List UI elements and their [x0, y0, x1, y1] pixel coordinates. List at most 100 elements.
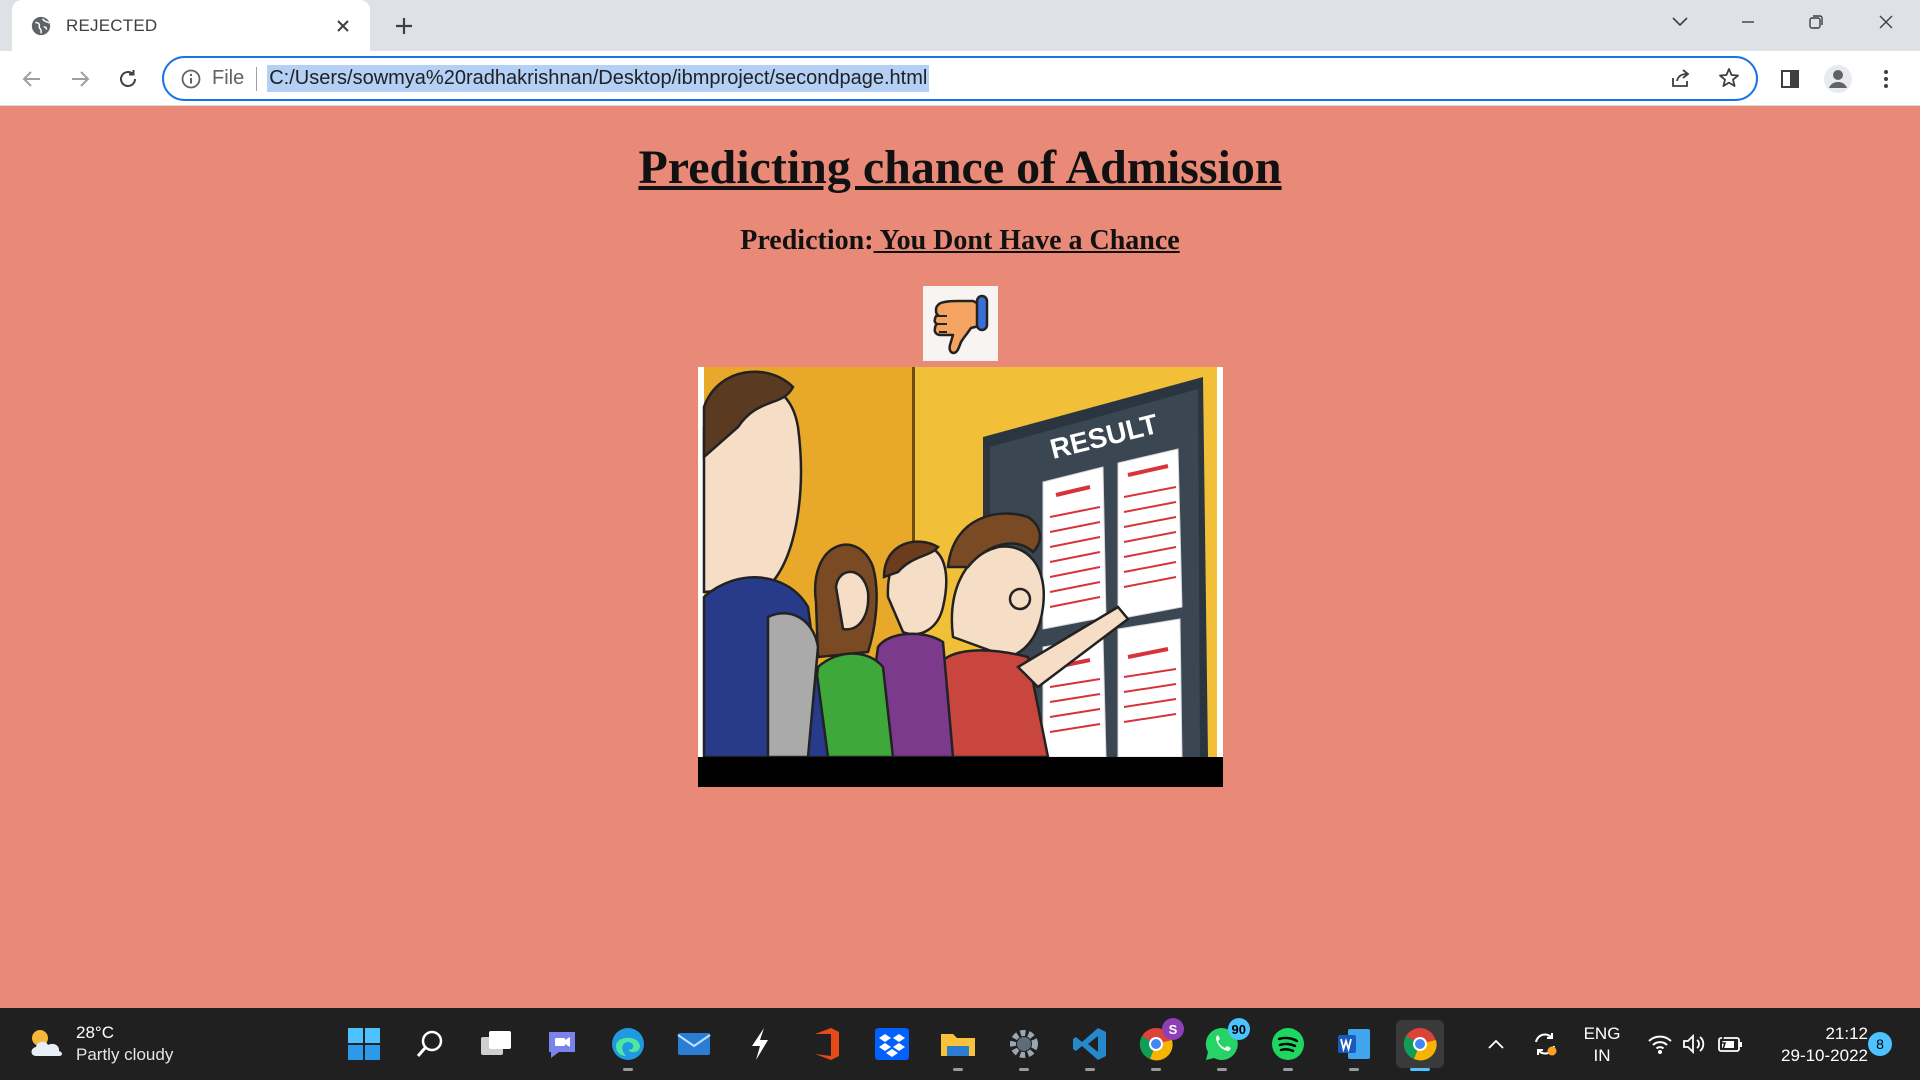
- restore-icon: [1809, 15, 1823, 29]
- edge-button[interactable]: [604, 1020, 652, 1071]
- clock-date: 29-10-2022: [1781, 1046, 1868, 1065]
- speaker-icon: [1683, 1033, 1705, 1055]
- partly-cloudy-icon: [31, 1030, 62, 1056]
- minimize-button[interactable]: [1718, 0, 1778, 44]
- show-hidden-icons-button[interactable]: [1482, 1020, 1510, 1068]
- plus-icon: [396, 18, 412, 34]
- language-indicator[interactable]: ENG IN: [1578, 1023, 1626, 1067]
- side-panel-button[interactable]: [1772, 61, 1808, 97]
- info-icon[interactable]: [180, 68, 202, 90]
- edge-icon: [612, 1028, 644, 1060]
- whatsapp-button[interactable]: 90: [1198, 1018, 1250, 1071]
- globe-icon: [31, 16, 51, 35]
- folder-icon: [941, 1034, 975, 1056]
- wifi-icon: [1648, 1035, 1672, 1054]
- share-button[interactable]: [1664, 61, 1698, 95]
- side-panel-icon: [1781, 70, 1799, 88]
- avatar-icon: [1824, 65, 1852, 93]
- prediction-label: Prediction:: [740, 225, 874, 256]
- close-icon: [337, 19, 349, 32]
- omnibox-divider: [256, 66, 258, 91]
- sync-tray-button[interactable]: [1528, 1020, 1562, 1068]
- star-icon: [1719, 68, 1739, 87]
- page-title: Predicting chance of Admission: [638, 141, 1282, 194]
- weather-temp: 28°C: [76, 1023, 114, 1042]
- tab-strip: REJECTED: [0, 0, 1920, 51]
- spotify-icon: [1272, 1028, 1304, 1060]
- vscode-icon: [1073, 1028, 1106, 1060]
- tab-close-button[interactable]: [330, 13, 356, 39]
- address-bar[interactable]: File C:/Users/sowmya%20radhakrishnan/Des…: [162, 56, 1758, 101]
- tab-rejected[interactable]: REJECTED: [12, 0, 370, 51]
- chat-icon: [549, 1032, 575, 1058]
- url-text[interactable]: C:/Users/sowmya%20radhakrishnan/Desktop/…: [267, 65, 930, 92]
- sync-icon: [1535, 1033, 1557, 1056]
- close-icon: [1879, 15, 1893, 29]
- notification-badge[interactable]: 8: [1868, 1032, 1892, 1056]
- office-icon: [815, 1028, 839, 1060]
- illustration-caption-bar: [698, 757, 1223, 787]
- vscode-button[interactable]: [1066, 1020, 1114, 1071]
- volume-button[interactable]: [1678, 1020, 1710, 1068]
- reload-icon: [120, 70, 136, 87]
- thumbs-down-icon: [933, 294, 989, 355]
- new-tab-button[interactable]: [388, 11, 420, 41]
- mail-icon: [677, 1033, 711, 1055]
- chevron-up-icon: [1488, 1039, 1504, 1049]
- spotify-button[interactable]: [1264, 1020, 1312, 1071]
- office-button[interactable]: [802, 1020, 850, 1068]
- sublime-button[interactable]: [736, 1020, 784, 1068]
- thumbs-down-image: [923, 286, 998, 361]
- page-content: Predicting chance of Admission Predictio…: [0, 107, 1920, 1007]
- mail-button[interactable]: [670, 1020, 718, 1068]
- file-explorer-button[interactable]: [934, 1020, 982, 1071]
- gear-icon: [1010, 1030, 1038, 1058]
- task-view-icon: [481, 1031, 511, 1055]
- reload-button[interactable]: [110, 61, 146, 97]
- arrow-left-icon: [22, 71, 40, 87]
- search-icon: [416, 1030, 443, 1057]
- dropbox-button[interactable]: [868, 1020, 916, 1068]
- task-view-button[interactable]: [472, 1020, 520, 1068]
- menu-button[interactable]: [1868, 61, 1904, 97]
- restore-button[interactable]: [1786, 0, 1846, 44]
- weather-condition: Partly cloudy: [76, 1045, 174, 1064]
- battery-button[interactable]: [1712, 1020, 1746, 1068]
- word-icon: [1338, 1029, 1370, 1059]
- chrome-profile-badge: S: [1162, 1018, 1184, 1040]
- forward-button[interactable]: [62, 61, 98, 97]
- prediction-result: You Dont Have a Chance: [873, 225, 1180, 256]
- word-button[interactable]: [1330, 1020, 1378, 1071]
- profile-button[interactable]: [1820, 61, 1856, 97]
- tab-search-button[interactable]: [1650, 0, 1710, 44]
- chrome-icon: [1403, 1028, 1437, 1061]
- wifi-button[interactable]: [1644, 1020, 1676, 1068]
- chrome-button[interactable]: [1396, 1020, 1444, 1071]
- search-button[interactable]: [406, 1020, 454, 1068]
- start-button[interactable]: [340, 1020, 388, 1068]
- prediction-line: Prediction: You Dont Have a Chance: [0, 225, 1920, 257]
- chevron-down-icon: [1672, 17, 1688, 27]
- chrome-profile-button[interactable]: S: [1132, 1018, 1184, 1071]
- result-board-illustration: RESULT: [698, 367, 1223, 787]
- minimize-icon: [1742, 21, 1754, 23]
- lang-secondary: IN: [1593, 1046, 1611, 1065]
- bookmark-button[interactable]: [1712, 61, 1746, 95]
- kebab-menu-icon: [1884, 70, 1888, 88]
- settings-button[interactable]: [1000, 1020, 1048, 1071]
- clock[interactable]: 21:12 29-10-2022: [1758, 1023, 1868, 1067]
- dropbox-icon: [875, 1028, 909, 1060]
- tab-title: REJECTED: [66, 15, 158, 35]
- scheme-label: File: [212, 67, 245, 89]
- share-icon: [1672, 69, 1690, 87]
- whatsapp-badge: 90: [1227, 1018, 1250, 1040]
- clock-time: 21:12: [1825, 1024, 1868, 1043]
- arrow-right-icon: [72, 71, 90, 87]
- close-window-button[interactable]: [1856, 0, 1916, 44]
- weather-widget[interactable]: 28°C Partly cloudy: [26, 1022, 173, 1066]
- windows-taskbar: 28°C Partly cloudy S 90 ENG IN 21:12 29-…: [0, 1008, 1920, 1080]
- back-button[interactable]: [14, 61, 50, 97]
- lang-primary: ENG: [1583, 1024, 1621, 1043]
- browser-toolbar: File C:/Users/sowmya%20radhakrishnan/Des…: [0, 51, 1920, 106]
- teams-chat-button[interactable]: [538, 1020, 586, 1068]
